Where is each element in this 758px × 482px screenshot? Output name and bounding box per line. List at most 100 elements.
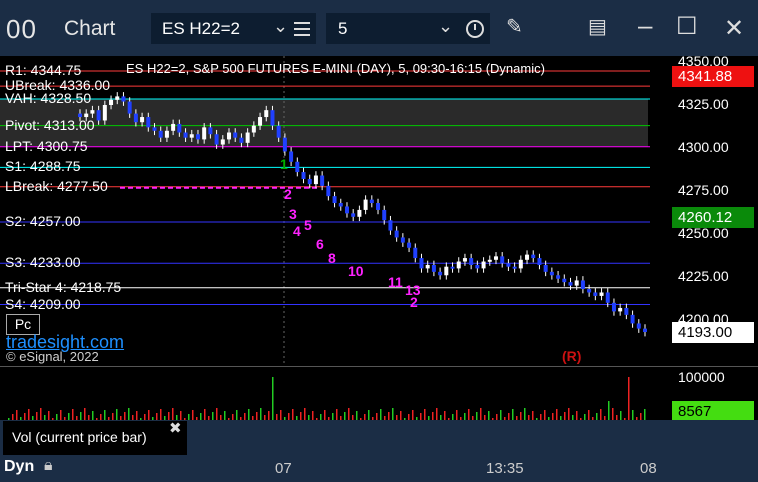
candle-body xyxy=(102,105,107,121)
candle-body xyxy=(369,199,374,204)
candle-body xyxy=(177,123,182,133)
title-bar: 00 Chart ES H22=2 ⌄ 5 ⌄ ✎ ▤ – ☐ ✕ xyxy=(0,0,758,56)
candle-body xyxy=(487,259,492,262)
candle-body xyxy=(127,101,132,114)
dynamic-mode-label[interactable]: Dyn xyxy=(4,458,34,476)
count-marker: 8 xyxy=(328,250,336,266)
candle-body xyxy=(183,132,188,138)
time-label: 08 xyxy=(640,460,657,477)
volume-bar xyxy=(608,401,610,421)
count-marker: 2 xyxy=(410,294,418,310)
candle-body xyxy=(599,292,604,296)
candle-body xyxy=(338,203,343,207)
page-settings-icon[interactable]: ▤ xyxy=(588,14,607,39)
candle-body xyxy=(525,254,530,260)
time-label: 07 xyxy=(275,460,292,477)
lock-icon[interactable]: 🔒︎ xyxy=(44,457,53,475)
menu-icon[interactable] xyxy=(294,18,310,40)
candle-body xyxy=(326,185,331,197)
candle-body xyxy=(96,110,101,121)
candle-body xyxy=(556,275,561,279)
price-tick: 4225.00 xyxy=(678,268,729,284)
candle-body xyxy=(146,117,151,128)
volume-panel[interactable] xyxy=(0,366,670,421)
candle-body xyxy=(580,280,585,290)
candle-body xyxy=(164,130,169,138)
candle-body xyxy=(295,161,300,173)
candle-body xyxy=(624,307,629,315)
candle-body xyxy=(313,175,318,185)
candle-body xyxy=(133,113,138,123)
candle-body xyxy=(251,125,256,133)
interval-input[interactable]: 5 xyxy=(338,19,347,39)
candle-body xyxy=(382,209,387,221)
candle-body xyxy=(643,328,647,333)
candle-body xyxy=(537,258,542,265)
volume-bar xyxy=(272,377,274,421)
candle-body xyxy=(363,199,368,210)
candle-body xyxy=(332,196,337,204)
minimize-icon[interactable]: – xyxy=(638,10,652,41)
candle-body xyxy=(549,271,554,276)
candle-body xyxy=(456,261,461,269)
level-label: LBreak: 4277.50 xyxy=(5,177,108,194)
candle-body xyxy=(90,110,95,114)
price-badge: 4193.00 xyxy=(672,322,754,344)
pencil-icon[interactable]: ✎ xyxy=(506,14,523,39)
candle-body xyxy=(587,289,592,293)
candle-body xyxy=(140,117,145,123)
candle-body xyxy=(450,266,455,269)
chart-canvas xyxy=(0,56,650,366)
candle-body xyxy=(481,261,486,269)
candle-body xyxy=(158,130,163,138)
symbol-selector[interactable]: ES H22=2 ⌄ xyxy=(151,13,316,44)
candle-body xyxy=(518,259,523,269)
volume-badge: 8567 xyxy=(672,401,754,422)
chevron-down-icon[interactable]: ⌄ xyxy=(438,16,453,37)
candle-body xyxy=(220,139,225,145)
candle-body xyxy=(202,127,207,140)
price-chart[interactable] xyxy=(0,56,670,366)
candle-body xyxy=(357,209,362,217)
candle-body xyxy=(636,323,641,329)
candle-body xyxy=(462,258,467,262)
candle-body xyxy=(301,172,306,179)
level-label: S3: 4233.00 xyxy=(5,254,81,271)
candle-body xyxy=(121,96,126,102)
count-marker: 2 xyxy=(284,186,292,202)
level-label: S1: 4288.75 xyxy=(5,158,81,175)
candle-body xyxy=(531,254,536,259)
price-badge: 4260.12 xyxy=(672,206,754,228)
volume-canvas xyxy=(8,377,646,421)
candle-body xyxy=(493,256,498,260)
candle-body xyxy=(270,110,275,126)
clock-icon[interactable] xyxy=(466,20,484,38)
candle-body xyxy=(233,132,238,138)
candle-body xyxy=(506,263,511,267)
time-axis[interactable]: Dyn 🔒︎ 07 13:35 08 xyxy=(0,455,758,482)
volume-bar xyxy=(628,377,630,421)
interval-selector[interactable]: 5 ⌄ xyxy=(326,13,490,44)
count-marker: 5 xyxy=(304,217,312,233)
count-marker: 3 xyxy=(289,206,297,222)
symbol-input[interactable]: ES H22=2 xyxy=(162,19,240,39)
candle-body xyxy=(195,134,200,140)
copyright-text: © eSignal, 2022 xyxy=(6,349,99,364)
candle-body xyxy=(276,125,281,138)
price-tick: 4300.00 xyxy=(678,139,729,155)
count-marker: 4 xyxy=(293,223,301,239)
candle-body xyxy=(208,127,213,135)
candle-body xyxy=(605,292,610,303)
close-icon[interactable]: ✕ xyxy=(724,14,744,43)
close-icon[interactable]: ✖ xyxy=(169,419,182,437)
candle-body xyxy=(109,99,114,105)
chart-window-icon: 00 xyxy=(6,14,37,44)
volume-legend[interactable]: Vol (current price bar) ✖ xyxy=(3,419,187,455)
level-label: S2: 4257.00 xyxy=(5,212,81,229)
level-label: S4: 4209.00 xyxy=(5,295,81,312)
candle-body xyxy=(500,256,505,264)
maximize-icon[interactable]: ☐ xyxy=(676,12,698,41)
candle-body xyxy=(227,132,232,140)
candle-body xyxy=(239,137,244,143)
chevron-down-icon[interactable]: ⌄ xyxy=(273,16,288,37)
